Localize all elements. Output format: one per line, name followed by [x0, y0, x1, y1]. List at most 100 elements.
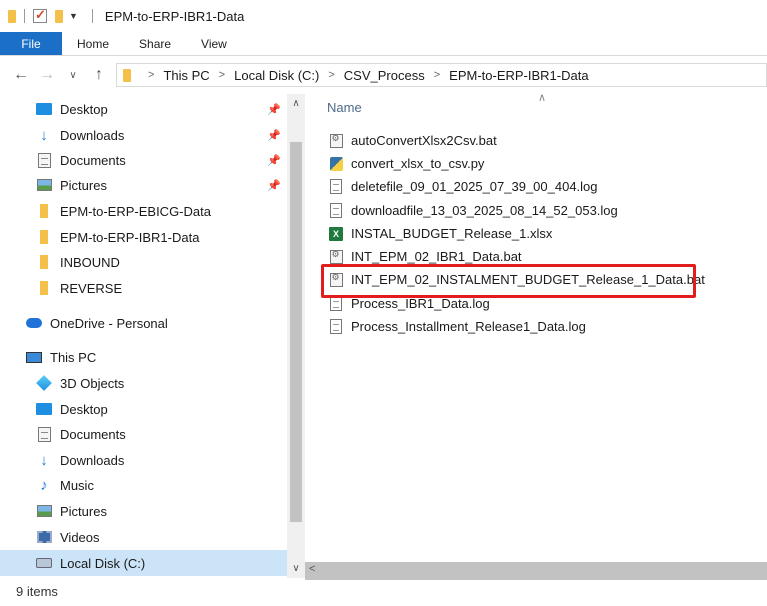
tab-view[interactable]: View [186, 32, 242, 55]
music-icon: ♪ [40, 476, 48, 494]
documents-icon [36, 426, 52, 442]
nav-item-label: Downloads [60, 452, 125, 468]
scrollbar-thumb[interactable] [290, 142, 302, 522]
nav-item-label: Pictures [60, 177, 107, 193]
this-pc-desktop[interactable]: Desktop [0, 396, 287, 422]
log-file-icon [329, 179, 343, 194]
file-name: downloadfile_13_03_2025_08_14_52_053.log [351, 203, 618, 218]
pin-icon[interactable]: 📌 [267, 154, 281, 167]
file-list-pane: ∧ Name autoConvertXlsx2Csv.bat convert_x… [305, 92, 767, 578]
nav-item-label: Music [60, 477, 94, 493]
folder-icon [36, 229, 52, 245]
this-pc-downloads[interactable]: ↓ Downloads [0, 447, 287, 473]
breadcrumb-local-disk[interactable]: Local Disk (C:) [234, 68, 319, 83]
breadcrumb-this-pc[interactable]: This PC [163, 68, 209, 83]
up-arrow-icon[interactable]: ↑ [86, 66, 112, 84]
nav-item-label: Local Disk (C:) [60, 555, 146, 571]
videos-icon [36, 529, 52, 545]
excel-file-icon: X [329, 226, 343, 241]
chevron-right-icon[interactable]: > [434, 69, 440, 81]
forward-arrow-icon[interactable]: → [34, 66, 60, 84]
pin-icon[interactable]: 📌 [267, 129, 281, 142]
nav-item-label: Documents [60, 152, 126, 168]
navigation-pane-scrollbar[interactable]: ∧ ∨ [287, 94, 305, 578]
this-pc-documents[interactable]: Documents [0, 421, 287, 447]
file-name: Process_IBR1_Data.log [351, 296, 490, 311]
nav-item-label: INBOUND [60, 254, 120, 270]
file-row[interactable]: downloadfile_13_03_2025_08_14_52_053.log [329, 199, 618, 222]
quick-access-desktop[interactable]: Desktop 📌 [0, 96, 287, 122]
downloads-icon: ↓ [40, 451, 48, 469]
file-name: autoConvertXlsx2Csv.bat [351, 133, 497, 148]
new-folder-icon[interactable] [55, 9, 63, 23]
nav-item-label: REVERSE [60, 280, 123, 296]
file-name: deletefile_09_01_2025_07_39_00_404.log [351, 179, 598, 194]
back-arrow-icon[interactable]: ← [8, 66, 34, 84]
file-row[interactable]: X INSTAL_BUDGET_Release_1.xlsx [329, 222, 552, 245]
downloads-icon: ↓ [40, 126, 48, 144]
log-file-icon [329, 319, 343, 334]
nav-item-label: EPM-to-ERP-EBICG-Data [60, 203, 211, 219]
file-row[interactable]: Process_Installment_Release1_Data.log [329, 315, 586, 338]
customize-toolbar-dropdown-icon[interactable]: ▼ [69, 11, 78, 21]
file-list-horizontal-scrollbar[interactable]: < [305, 562, 767, 580]
nav-item-label: OneDrive - Personal [50, 315, 168, 331]
scroll-down-icon[interactable]: ∨ [287, 563, 305, 574]
nav-item-label: Desktop [60, 401, 108, 417]
status-item-count: 9 items [16, 584, 58, 599]
properties-icon[interactable] [33, 7, 47, 23]
address-bar[interactable]: > This PC > Local Disk (C:) > CSV_Proces… [116, 63, 767, 87]
nav-this-pc[interactable]: This PC [0, 344, 287, 370]
desktop-icon [36, 401, 52, 417]
tab-file[interactable]: File [0, 32, 62, 55]
this-pc-videos[interactable]: Videos [0, 524, 287, 550]
column-header-name[interactable]: Name [327, 100, 362, 115]
pin-icon[interactable]: 📌 [267, 103, 281, 116]
batch-file-icon [329, 249, 343, 264]
nav-onedrive[interactable]: OneDrive - Personal [0, 310, 287, 336]
quick-access-pictures[interactable]: Pictures 📌 [0, 172, 287, 198]
documents-icon [36, 152, 52, 168]
divider [24, 9, 25, 23]
breadcrumb-csv-process[interactable]: CSV_Process [344, 68, 425, 83]
tab-home[interactable]: Home [62, 32, 124, 55]
this-pc-music[interactable]: ♪ Music [0, 472, 287, 498]
chevron-right-icon[interactable]: > [328, 69, 334, 81]
file-row[interactable]: autoConvertXlsx2Csv.bat [329, 129, 497, 152]
quick-access-folder-ebicg[interactable]: EPM-to-ERP-EBICG-Data [0, 198, 287, 224]
quick-access-folder-inbound[interactable]: INBOUND [0, 249, 287, 275]
log-file-icon [329, 296, 343, 311]
nav-item-label: This PC [50, 349, 97, 365]
file-name: convert_xlsx_to_csv.py [351, 156, 485, 171]
quick-access-downloads[interactable]: ↓ Downloads 📌 [0, 122, 287, 148]
folder-icon [36, 254, 52, 270]
tab-share[interactable]: Share [124, 32, 186, 55]
recent-locations-chevron-icon[interactable]: ∨ [60, 70, 86, 81]
this-pc-3d-objects[interactable]: 3D Objects [0, 370, 287, 396]
python-file-icon [329, 156, 343, 171]
scroll-left-icon[interactable]: < [309, 563, 315, 575]
nav-item-label: 3D Objects [60, 375, 125, 391]
breadcrumb-current-folder[interactable]: EPM-to-ERP-IBR1-Data [449, 68, 588, 83]
file-row[interactable]: deletefile_09_01_2025_07_39_00_404.log [329, 175, 598, 198]
file-name: INT_EPM_02_IBR1_Data.bat [351, 249, 522, 264]
pin-icon[interactable]: 📌 [267, 179, 281, 192]
quick-access-folder-reverse[interactable]: REVERSE [0, 275, 287, 301]
desktop-icon [36, 101, 52, 117]
scroll-up-icon[interactable]: ∧ [287, 98, 305, 109]
folder-icon [123, 68, 131, 82]
pictures-icon [36, 177, 52, 193]
chevron-right-icon[interactable]: > [219, 69, 225, 81]
3d-objects-icon [36, 375, 52, 391]
log-file-icon [329, 203, 343, 218]
this-pc-local-disk[interactable]: Local Disk (C:) [0, 550, 287, 576]
file-row[interactable]: convert_xlsx_to_csv.py [329, 152, 484, 175]
this-pc-pictures[interactable]: Pictures [0, 498, 287, 524]
nav-item-label: Desktop [60, 101, 108, 117]
chevron-right-icon[interactable]: > [148, 69, 154, 81]
quick-access-documents[interactable]: Documents 📌 [0, 147, 287, 173]
ribbon-tabs: File Home Share View [0, 32, 767, 56]
pictures-icon [36, 503, 52, 519]
quick-access-folder-ibr1[interactable]: EPM-to-ERP-IBR1-Data [0, 224, 287, 250]
highlight-box [321, 264, 696, 298]
